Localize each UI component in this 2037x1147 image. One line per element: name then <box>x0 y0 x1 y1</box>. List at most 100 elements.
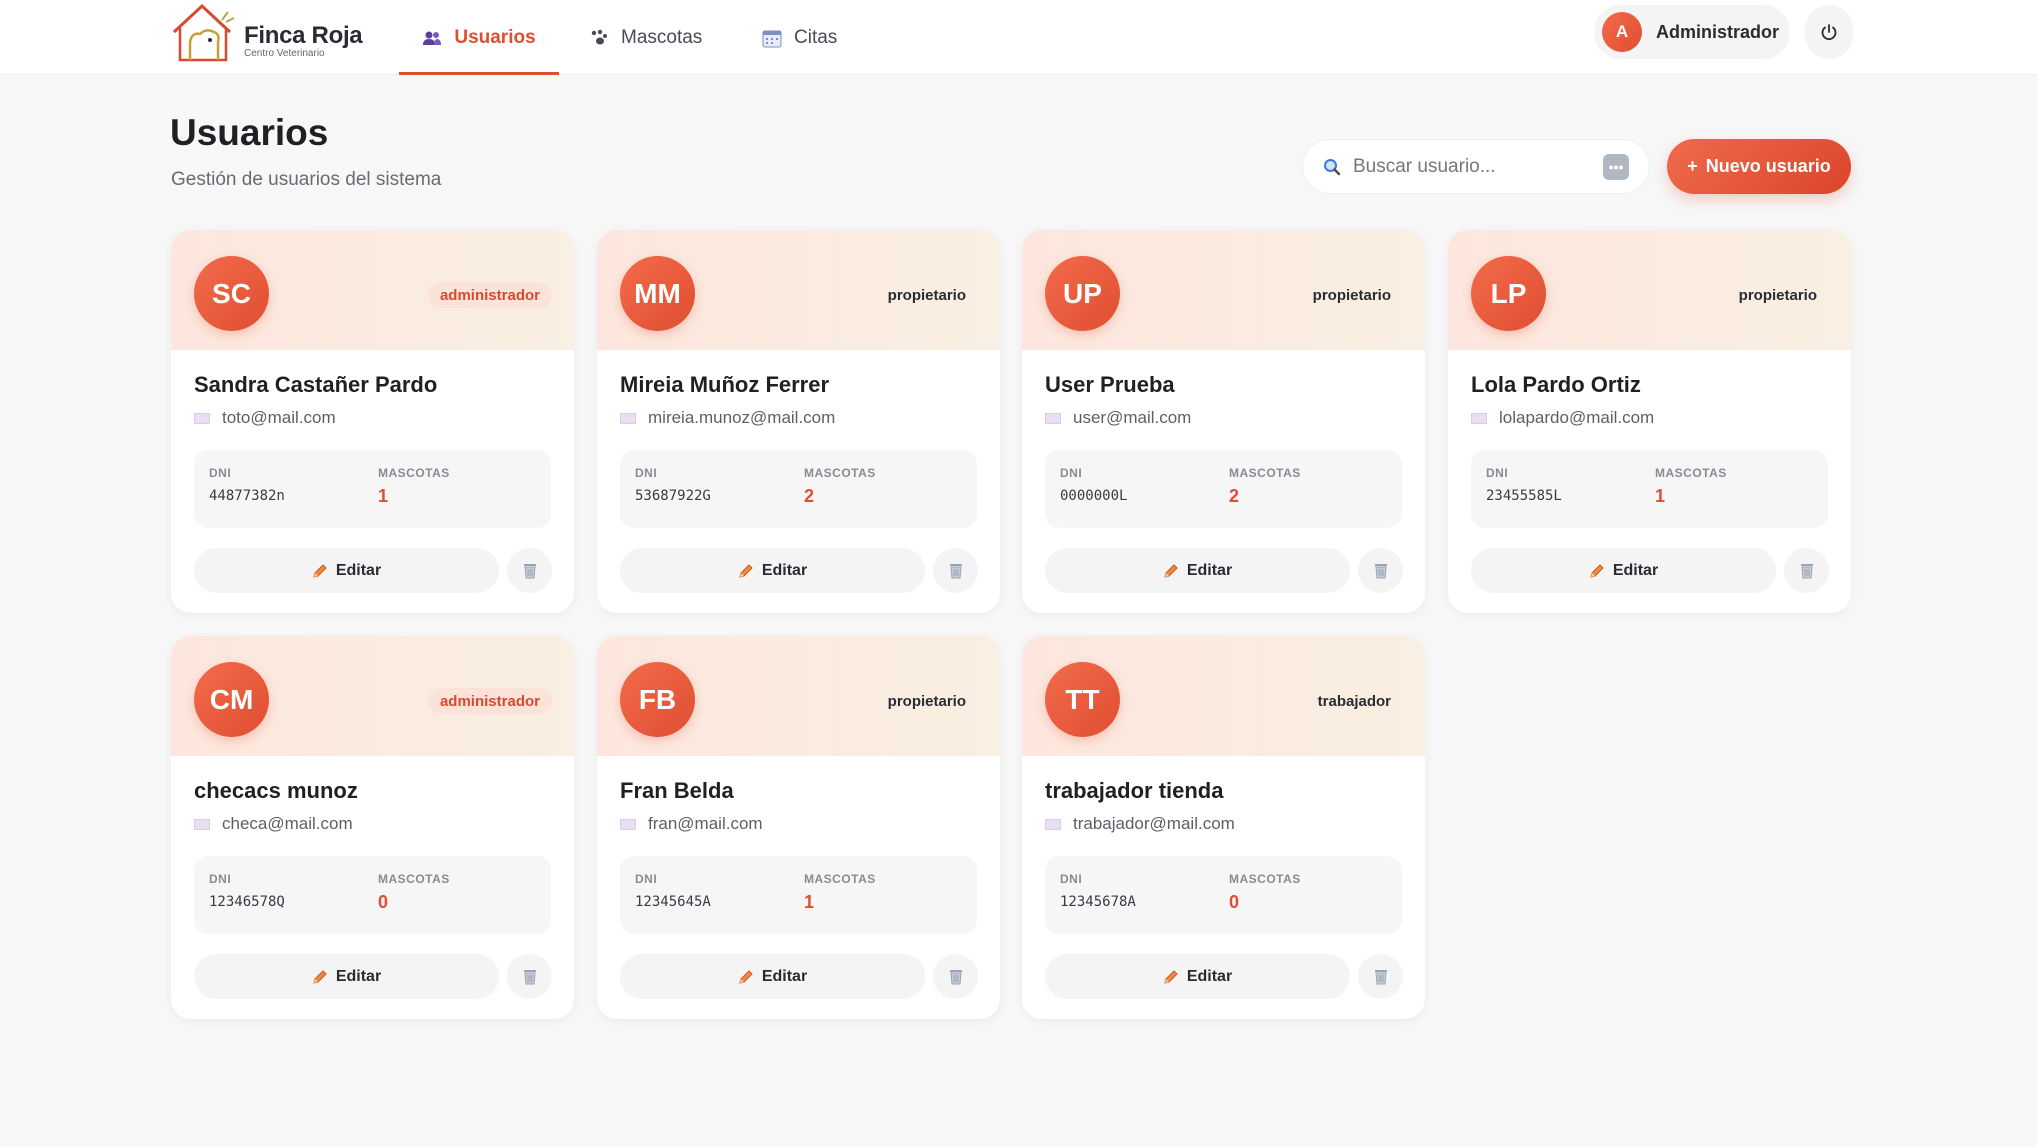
pets-count: 0 <box>378 892 389 912</box>
delete-button[interactable] <box>1358 954 1403 999</box>
trash-icon <box>1374 970 1387 985</box>
tab-mascotas[interactable]: Mascotas <box>589 0 702 75</box>
user-email: user@mail.com <box>1045 408 1191 428</box>
edit-button[interactable]: Editar <box>1045 548 1350 593</box>
mail-icon <box>620 412 636 424</box>
email-text: mireia.munoz@mail.com <box>648 408 836 427</box>
pets-label: MASCOTAS <box>1655 466 1727 480</box>
pets-count: 1 <box>378 486 389 506</box>
user-card: MM propietario Mireia Muñoz Ferrer mirei… <box>597 230 1000 613</box>
mail-icon <box>620 818 636 830</box>
tab-usuarios[interactable]: Usuarios <box>399 0 559 75</box>
user-stats: DNI MASCOTAS 12346578Q 0 <box>194 856 551 934</box>
role-badge: trabajador <box>1317 692 1391 710</box>
user-card: FB propietario Fran Belda fran@mail.com … <box>597 636 1000 1019</box>
pencil-icon <box>739 969 753 984</box>
edit-label: Editar <box>335 967 382 985</box>
user-name: trabajador tienda <box>1045 778 1224 803</box>
avatar: CM <box>194 662 269 737</box>
more-icon[interactable]: ••• <box>1603 153 1629 180</box>
avatar: SC <box>194 256 269 331</box>
edit-label: Editar <box>761 967 808 985</box>
logout-button[interactable] <box>1805 5 1853 59</box>
brand-name: Finca Roja <box>244 22 363 49</box>
pencil-icon <box>1590 563 1604 578</box>
pets-label: MASCOTAS <box>804 872 876 886</box>
dni-label: DNI <box>635 466 658 480</box>
user-email: trabajador@mail.com <box>1045 814 1235 834</box>
user-stats: DNI MASCOTAS 0000000L 2 <box>1045 450 1402 528</box>
user-name: Mireia Muñoz Ferrer <box>620 372 830 397</box>
delete-button[interactable] <box>507 954 552 999</box>
user-stats: DNI MASCOTAS 12345645A 1 <box>620 856 977 934</box>
trash-icon <box>523 970 536 985</box>
edit-button[interactable]: Editar <box>620 954 925 999</box>
pets-count: 2 <box>804 486 815 506</box>
edit-button[interactable]: Editar <box>620 548 925 593</box>
new-user-button[interactable]: + Nuevo usuario <box>1667 139 1851 194</box>
card-header: SC administrador <box>171 230 574 350</box>
dni-label: DNI <box>1060 872 1083 886</box>
pets-label: MASCOTAS <box>378 872 450 886</box>
mail-icon <box>1045 412 1061 424</box>
pencil-icon <box>739 563 753 578</box>
user-name: Fran Belda <box>620 778 734 803</box>
role-badge: propietario <box>1738 286 1817 304</box>
search-input[interactable]: Buscar usuario... ••• <box>1302 139 1650 194</box>
edit-button[interactable]: Editar <box>1471 548 1776 593</box>
user-email: toto@mail.com <box>194 408 336 428</box>
user-name: Sandra Castañer Pardo <box>194 372 438 397</box>
delete-button[interactable] <box>1358 548 1403 593</box>
tab-citas[interactable]: Citas <box>762 0 837 75</box>
avatar: A <box>1602 12 1642 52</box>
delete-button[interactable] <box>1784 548 1829 593</box>
dni-label: DNI <box>1060 466 1083 480</box>
delete-button[interactable] <box>933 954 978 999</box>
user-email: mireia.munoz@mail.com <box>620 408 835 428</box>
card-header: FB propietario <box>597 636 1000 756</box>
role-badge: propietario <box>887 692 966 710</box>
edit-button[interactable]: Editar <box>1045 954 1350 999</box>
pets-label: MASCOTAS <box>378 466 450 480</box>
role-badge: propietario <box>1312 286 1391 304</box>
user-name: Lola Pardo Ortiz <box>1471 372 1641 397</box>
edit-label: Editar <box>335 561 382 579</box>
card-header: TT trabajador <box>1022 636 1425 756</box>
email-text: fran@mail.com <box>648 814 763 833</box>
pets-count: 1 <box>804 892 815 912</box>
users-icon <box>422 28 442 48</box>
user-email: lolapardo@mail.com <box>1471 408 1654 428</box>
dni-value: 0000000L <box>1060 488 1128 504</box>
user-card: UP propietario User Prueba user@mail.com… <box>1022 230 1425 613</box>
pets-count: 1 <box>1655 486 1666 506</box>
edit-button[interactable]: Editar <box>194 954 499 999</box>
page-subtitle: Gestión de usuarios del sistema <box>171 169 442 190</box>
dni-value: 12345645A <box>635 894 711 910</box>
page-title: Usuarios <box>170 112 329 153</box>
brand-logo[interactable]: Finca Roja Centro Veterinario <box>170 2 370 64</box>
edit-label: Editar <box>1612 561 1659 579</box>
user-stats: DNI MASCOTAS 12345678A 0 <box>1045 856 1402 934</box>
house-dog-logo-icon <box>172 3 235 62</box>
tab-usuarios-label: Usuarios <box>454 26 536 48</box>
user-menu[interactable]: A Administrador <box>1594 5 1790 59</box>
delete-button[interactable] <box>933 548 978 593</box>
card-header: MM propietario <box>597 230 1000 350</box>
trash-icon <box>523 564 536 579</box>
dni-label: DNI <box>209 872 232 886</box>
dni-value: 44877382n <box>209 488 285 504</box>
edit-button[interactable]: Editar <box>194 548 499 593</box>
card-header: LP propietario <box>1448 230 1851 350</box>
delete-button[interactable] <box>507 548 552 593</box>
pets-count: 2 <box>1229 486 1240 506</box>
user-stats: DNI MASCOTAS 53687922G 2 <box>620 450 977 528</box>
edit-label: Editar <box>761 561 808 579</box>
dni-value: 53687922G <box>635 488 711 504</box>
dni-label: DNI <box>635 872 658 886</box>
avatar: LP <box>1471 256 1546 331</box>
search-icon <box>1324 158 1341 175</box>
pets-label: MASCOTAS <box>1229 872 1301 886</box>
role-badge: propietario <box>887 286 966 304</box>
tab-mascotas-label: Mascotas <box>621 26 703 48</box>
edit-label: Editar <box>1186 561 1233 579</box>
